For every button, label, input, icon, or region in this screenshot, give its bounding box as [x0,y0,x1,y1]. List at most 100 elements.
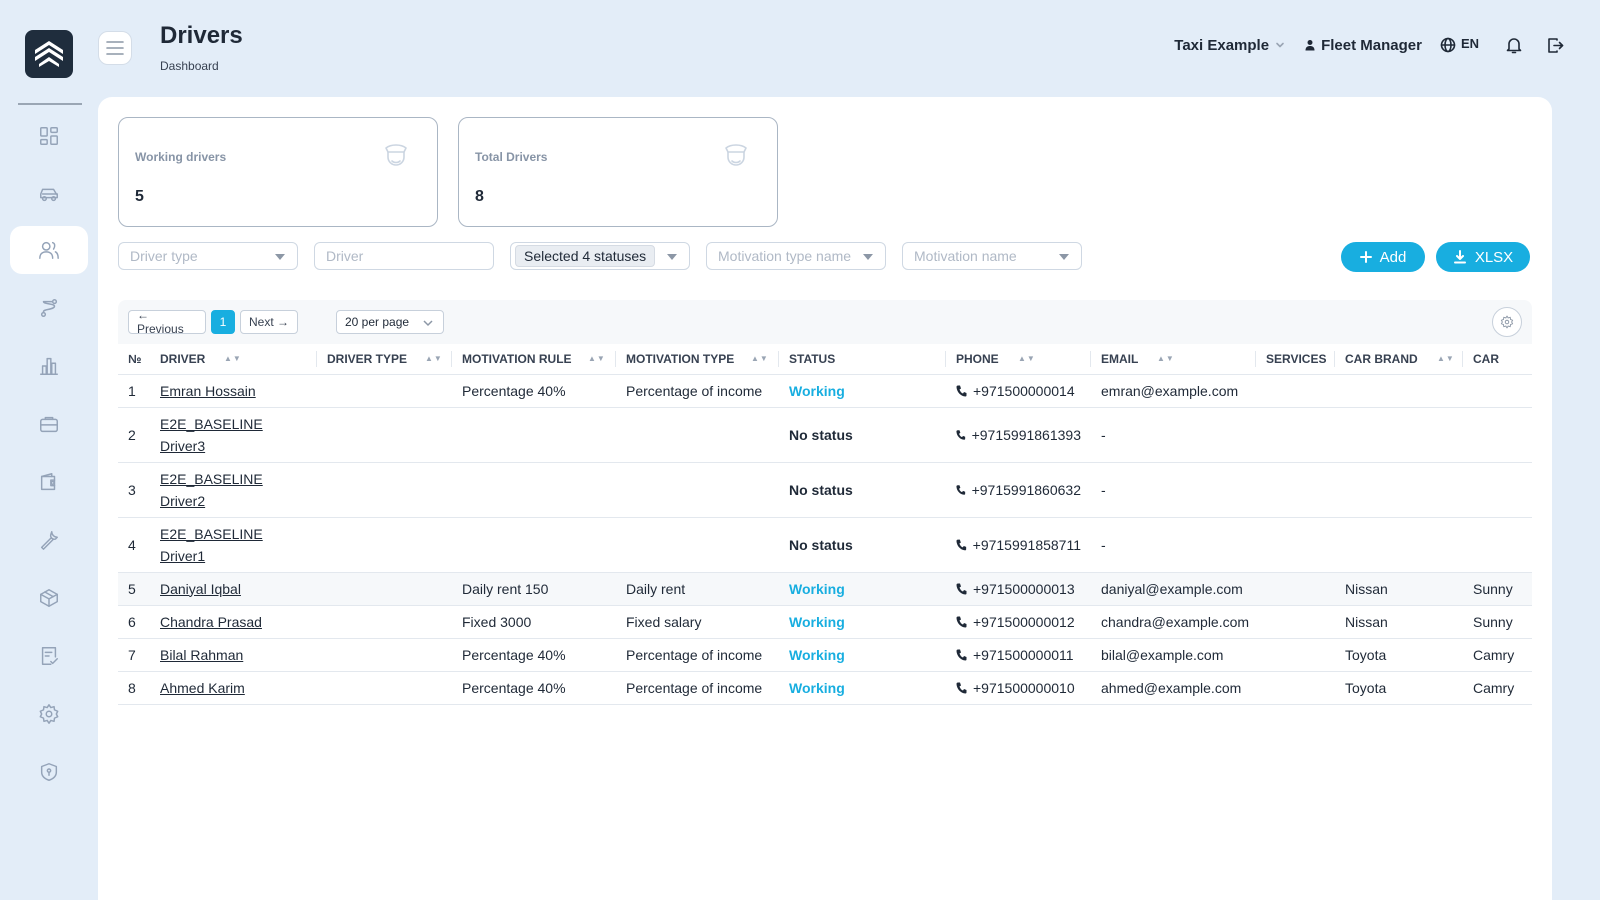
column-header-number: № [118,344,150,375]
cell-driver: Emran Hossain [150,374,317,408]
cell-email: daniyal@example.com [1091,572,1256,606]
phone-number[interactable]: +9715991858711 [973,537,1081,553]
phone-number[interactable]: +971500000010 [973,680,1075,696]
sidebar-item-settings[interactable] [10,690,88,738]
phone-number[interactable]: +9715991860632 [972,482,1081,498]
sidebar-item-wallet[interactable] [10,458,88,506]
per-page-select[interactable]: 20 per page [336,310,444,334]
sidebar-item-routes[interactable] [10,284,88,332]
breadcrumb[interactable]: Dashboard [160,59,219,73]
user-menu[interactable]: Fleet Manager [1304,37,1422,54]
sidebar-item-reports[interactable] [10,342,88,390]
sidebar-item-drivers[interactable] [10,226,88,274]
driver-type-select[interactable]: Driver type [118,242,298,270]
driver-link[interactable]: Emran Hossain [160,383,256,399]
sort-icon[interactable]: ▲▼ [1018,354,1036,363]
drivers-table: № DRIVER ▲▼ DRIVER TYPE ▲▼ MOTIVATION RULE… [118,344,1532,705]
export-xlsx-button[interactable]: XLSX [1436,242,1530,272]
status-badge: Working [789,646,845,663]
driver-link[interactable]: Chandra Prasad [160,614,262,630]
column-header-car-brand[interactable]: CAR BRAND ▲▼ [1335,344,1463,375]
sidebar-item-business[interactable] [10,400,88,448]
table-row[interactable]: 6 Chandra Prasad Fixed 3000 Fixed salary… [118,605,1532,639]
phone-number[interactable]: +971500000014 [973,383,1075,399]
sidebar-item-security[interactable] [10,748,88,796]
phone-number[interactable]: +9715991861393 [972,427,1081,443]
table-row[interactable]: 7 Bilal Rahman Percentage 40% Percentage… [118,638,1532,672]
stat-label: Total Drivers [475,150,548,164]
table-row[interactable]: 5 Daniyal Iqbal Daily rent 150 Daily ren… [118,572,1532,606]
cell-driver: Daniyal Iqbal [150,572,317,606]
table-row[interactable]: 2 E2E_BASELINE Driver3 No status +971599… [118,407,1532,463]
driver-link[interactable]: E2E_BASELINE Driver1 [160,526,263,564]
app-logo[interactable] [25,30,73,78]
phone-number[interactable]: +971500000013 [973,581,1075,597]
cell-car-brand [1335,374,1463,408]
table-row[interactable]: 1 Emran Hossain Percentage 40% Percentag… [118,374,1532,408]
motivation-type-select[interactable]: Motivation type name [706,242,886,270]
cell-motivation-type: Percentage of income [616,638,779,672]
logout-button[interactable] [1547,37,1564,54]
sidebar-item-cars[interactable] [10,170,88,218]
cell-car [1463,374,1532,408]
sidebar [0,0,98,900]
cell-phone: +9715991860632 [946,462,1091,518]
sort-icon[interactable]: ▲▼ [1157,354,1175,363]
driver-search-input[interactable]: Driver [314,242,494,270]
dashboard-icon [40,127,58,145]
table-row[interactable]: 3 E2E_BASELINE Driver2 No status +971599… [118,462,1532,518]
table-settings-button[interactable] [1492,307,1522,337]
driver-link[interactable]: Bilal Rahman [160,647,243,663]
phone-number[interactable]: +971500000011 [973,647,1074,663]
column-header-motivation-rule[interactable]: MOTIVATION RULE ▲▼ [452,344,616,375]
status-multiselect[interactable]: Selected 4 statuses [510,242,690,270]
table-row[interactable]: 8 Ahmed Karim Percentage 40% Percentage … [118,671,1532,705]
main-content: Working drivers 5 Total Drivers 8 Driver… [98,97,1552,900]
bell-icon [1506,38,1522,54]
sort-icon[interactable]: ▲▼ [224,354,242,363]
driver-link[interactable]: E2E_BASELINE Driver3 [160,416,263,454]
cell-driver: Chandra Prasad [150,605,317,639]
sort-icon[interactable]: ▲▼ [1437,354,1455,363]
sort-icon[interactable]: ▲▼ [588,354,606,363]
sidebar-item-dashboard[interactable] [10,112,88,160]
sort-icon[interactable]: ▲▼ [751,354,769,363]
sort-icon[interactable]: ▲▼ [425,354,443,363]
caret-down-icon [1059,254,1069,260]
notifications-button[interactable] [1505,36,1523,54]
column-header-driver-type[interactable]: DRIVER TYPE ▲▼ [317,344,452,375]
previous-page-button[interactable]: ← Previous [128,308,206,336]
cell-status: No status [779,407,946,463]
column-header-phone[interactable]: PHONE ▲▼ [946,344,1091,375]
sidebar-item-service[interactable] [10,516,88,564]
sidebar-item-checklists[interactable] [10,632,88,680]
add-driver-button[interactable]: Add [1341,242,1425,272]
cell-email: - [1091,407,1256,463]
column-header-email[interactable]: EMAIL ▲▼ [1091,344,1256,375]
cell-car-brand [1335,407,1463,463]
cell-driver-type [317,517,452,573]
cell-car-brand [1335,517,1463,573]
cell-motivation-type: Daily rent [616,572,779,606]
driver-link[interactable]: E2E_BASELINE Driver2 [160,471,263,509]
phone-number[interactable]: +971500000012 [973,614,1075,630]
drivers-table-wrapper[interactable]: № DRIVER ▲▼ DRIVER TYPE ▲▼ MOTIVATION RULE… [118,344,1532,714]
driver-link[interactable]: Ahmed Karim [160,680,245,696]
column-header-driver[interactable]: DRIVER ▲▼ [150,344,317,375]
cell-driver: Ahmed Karim [150,671,317,705]
motivation-name-select[interactable]: Motivation name [902,242,1082,270]
column-header-motivation-type[interactable]: MOTIVATION TYPE ▲▼ [616,344,779,375]
cell-phone: +971500000010 [946,671,1091,705]
next-page-button[interactable]: Next → [240,310,298,334]
wrench-icon [40,531,58,550]
table-row[interactable]: 4 E2E_BASELINE Driver1 No status +971599… [118,517,1532,573]
sidebar-item-inventory[interactable] [10,574,88,622]
driver-link[interactable]: Daniyal Iqbal [160,581,241,597]
caret-down-icon [667,254,677,260]
page-1-button[interactable]: 1 [211,310,235,334]
status-badge: No status [789,536,853,553]
company-selector[interactable]: Taxi Example [1174,37,1286,54]
menu-toggle-button[interactable] [98,31,132,65]
language-selector[interactable]: EN [1440,36,1479,53]
cell-phone: +971500000012 [946,605,1091,639]
